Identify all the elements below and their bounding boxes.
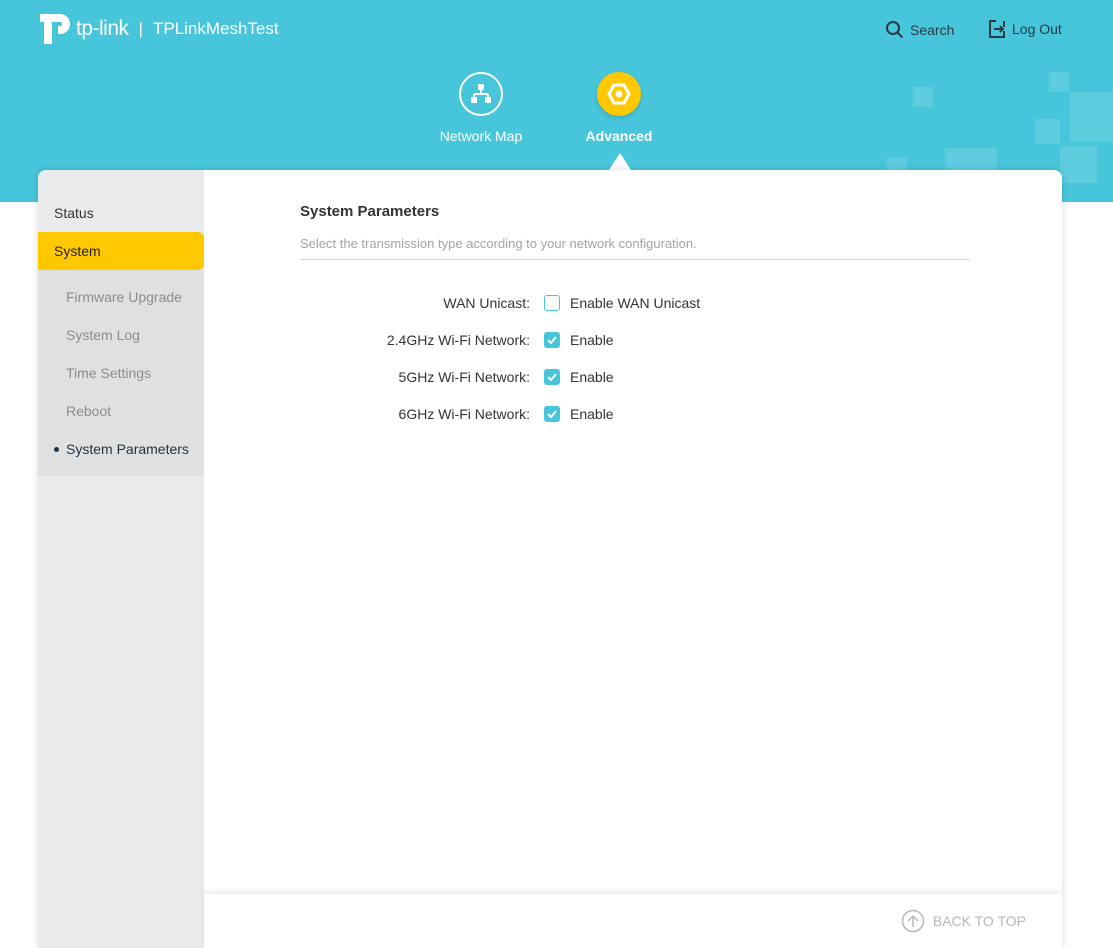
footer-bar: BACK TO TOP <box>204 894 1062 948</box>
sidebar-item-system-parameters[interactable]: System Parameters <box>38 430 204 468</box>
logout-label: Log Out <box>1012 21 1062 37</box>
gear-icon <box>597 72 641 116</box>
check-icon <box>547 373 557 381</box>
sidebar-item-system[interactable]: System <box>38 232 204 270</box>
content-card: Status System Firmware Upgrade System Lo… <box>38 170 1062 948</box>
sidebar-item-time-settings[interactable]: Time Settings <box>38 354 204 392</box>
tab-label: Network Map <box>439 128 523 144</box>
option-label[interactable]: Enable WAN Unicast <box>570 295 700 311</box>
wifi-5ghz-checkbox[interactable] <box>544 369 560 385</box>
wan-unicast-checkbox[interactable] <box>544 295 560 311</box>
row-label: WAN Unicast: <box>443 295 530 311</box>
search-button[interactable]: Search <box>885 20 954 39</box>
row-label: 6GHz Wi-Fi Network: <box>398 406 530 422</box>
sidebar-item-reboot[interactable]: Reboot <box>38 392 204 430</box>
option-label[interactable]: Enable <box>570 406 614 422</box>
wifi-5ghz-row: 5GHz Wi-Fi Network: Enable <box>204 367 614 387</box>
brand-text: tp-link <box>76 17 129 40</box>
back-to-top-label: BACK TO TOP <box>932 913 1026 929</box>
tab-label: Advanced <box>585 128 653 144</box>
wifi-6ghz-row: 6GHz Wi-Fi Network: Enable <box>204 404 614 424</box>
system-submenu: Firmware Upgrade System Log Time Setting… <box>38 270 204 476</box>
wifi-6ghz-checkbox[interactable] <box>544 406 560 422</box>
wifi-24ghz-checkbox[interactable] <box>544 332 560 348</box>
row-label: 5GHz Wi-Fi Network: <box>398 369 530 385</box>
option-label[interactable]: Enable <box>570 332 614 348</box>
tp-link-logo[interactable]: tp-link | TPLinkMeshTest <box>38 12 279 46</box>
logout-icon <box>989 20 1005 38</box>
wifi-24ghz-row: 2.4GHz Wi-Fi Network: Enable <box>204 330 614 350</box>
page-description: Select the transmission type according t… <box>300 236 970 260</box>
sidebar: Status System Firmware Upgrade System Lo… <box>38 170 204 948</box>
wan-unicast-row: WAN Unicast: Enable WAN Unicast <box>204 293 700 313</box>
arrow-up-circle-icon <box>901 909 925 933</box>
tab-network-map[interactable]: Network Map <box>421 72 541 144</box>
check-icon <box>547 336 557 344</box>
back-to-top-button[interactable]: BACK TO TOP <box>901 909 1026 933</box>
sidebar-item-status[interactable]: Status <box>38 194 204 232</box>
sidebar-item-system-log[interactable]: System Log <box>38 316 204 354</box>
device-name: TPLinkMeshTest <box>152 19 279 38</box>
separator: | <box>138 19 143 38</box>
tab-advanced[interactable]: Advanced <box>559 72 679 144</box>
search-label: Search <box>910 21 955 38</box>
option-label[interactable]: Enable <box>570 369 614 385</box>
network-map-icon <box>459 72 503 116</box>
logout-button[interactable]: Log Out <box>988 20 1062 38</box>
sidebar-item-firmware-upgrade[interactable]: Firmware Upgrade <box>38 278 204 316</box>
row-label: 2.4GHz Wi-Fi Network: <box>386 332 530 348</box>
page-title: System Parameters <box>300 203 440 220</box>
search-icon <box>886 21 904 39</box>
active-tab-indicator <box>609 153 631 170</box>
main-panel: System Parameters Select the transmissio… <box>204 170 1062 948</box>
tp-link-logo-icon <box>40 14 70 44</box>
check-icon <box>547 410 557 418</box>
